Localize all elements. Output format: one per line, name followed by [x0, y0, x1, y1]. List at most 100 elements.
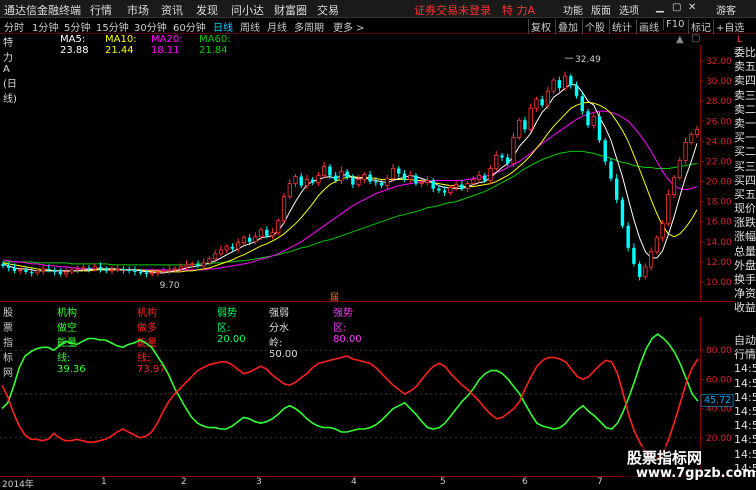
candle-body	[276, 220, 281, 234]
ma10-path	[2, 101, 698, 273]
candle-body	[506, 157, 510, 164]
maximize-icon[interactable]: ▢	[672, 2, 681, 13]
candle-body	[328, 166, 332, 176]
date-label: 3	[256, 477, 262, 487]
btn-adjust[interactable]: 复权	[528, 19, 553, 34]
sidebar-marker[interactable]: L	[734, 34, 756, 46]
sidebar-item[interactable]: 收益	[734, 301, 756, 315]
candle-body	[293, 176, 298, 184]
indicator-lines	[1, 333, 699, 460]
candle-body	[58, 271, 63, 274]
menu-options[interactable]: 选项	[619, 2, 639, 17]
btn-draw[interactable]: 画线	[636, 19, 661, 34]
sidebar-item[interactable]: 买四	[734, 174, 756, 188]
tab-daily[interactable]: 日线	[213, 19, 233, 34]
menu-wealth[interactable]: 财富圈	[274, 2, 307, 18]
candle-body	[322, 166, 327, 176]
price-chart[interactable]: 32.00 30.00 28.00 26.00 24.00 22.00 20.00 18.00…	[0, 46, 734, 302]
candle-body	[161, 270, 166, 273]
sidebar-item[interactable]: 14:5	[734, 433, 756, 447]
sidebar-item[interactable]: 卖四	[734, 74, 756, 88]
sidebar-item[interactable]: 买二	[734, 145, 756, 159]
sidebar-item[interactable]: 卖二	[734, 103, 756, 117]
login-alert[interactable]: 证券交易未登录	[414, 2, 491, 18]
sidebar-item[interactable]: 14:5	[734, 405, 756, 419]
candle-body	[213, 253, 218, 260]
candle-body	[545, 90, 550, 106]
candle-body	[649, 251, 654, 268]
candle-body	[178, 266, 183, 270]
menu-bar: 通达信金融终端 行情 市场 资讯 发现 问小达 财富圈 交易 证券交易未登录 特…	[0, 0, 756, 18]
sidebar-item[interactable]: 总量	[734, 245, 756, 259]
tab-multi-period[interactable]: 多周期	[294, 19, 324, 34]
candle-body	[167, 269, 172, 272]
sidebar-item[interactable]: 现价	[734, 202, 756, 216]
menu-news[interactable]: 资讯	[161, 2, 183, 18]
price-tick-label: 30.00	[706, 77, 732, 87]
tab-30min[interactable]: 30分钟	[134, 19, 167, 34]
btn-overlay[interactable]: 叠加	[555, 19, 580, 34]
menu-trade[interactable]: 交易	[317, 2, 339, 18]
sidebar-item[interactable]: 卖五	[734, 60, 756, 74]
sidebar-item[interactable]: 买五	[734, 188, 756, 202]
candle-body	[127, 269, 131, 271]
tab-15min[interactable]: 15分钟	[96, 19, 129, 34]
sidebar-item[interactable]: 14:5	[734, 377, 756, 391]
sidebar-item[interactable]: 14:5	[734, 391, 756, 405]
candle-body	[442, 190, 447, 193]
menu-discover[interactable]: 发现	[196, 2, 218, 18]
sidebar-item[interactable]: 买三	[734, 160, 756, 174]
price-tick-label: 12.00	[706, 258, 732, 268]
candle-body	[654, 237, 659, 253]
candle-body	[620, 199, 625, 226]
sidebar-item[interactable]: 涨幅	[734, 230, 756, 244]
tab-intraday[interactable]: 分时	[4, 19, 24, 34]
tab-1min[interactable]: 1分钟	[32, 19, 58, 34]
tab-5min[interactable]: 5分钟	[64, 19, 90, 34]
menu-market[interactable]: 行情	[90, 2, 112, 18]
sidebar-item[interactable]: 14:5	[734, 362, 756, 376]
menu-ask[interactable]: 问小达	[231, 2, 264, 18]
candle-body	[414, 175, 418, 184]
candle-body	[281, 196, 287, 222]
sidebar-item[interactable]: 买一	[734, 131, 756, 145]
sidebar-item[interactable]: 换手	[734, 273, 756, 287]
sidebar-item[interactable]: 14:5	[734, 419, 756, 433]
sidebar-item[interactable]: 14:5	[734, 448, 756, 462]
minimize-icon[interactable]: ▁	[656, 2, 664, 13]
sidebar-item[interactable]: 外盘	[734, 259, 756, 273]
sidebar-item[interactable]: 卖三	[734, 89, 756, 103]
sidebar-item[interactable]: 净资	[734, 287, 756, 301]
candle-body	[368, 174, 372, 182]
price-tick-label: 22.00	[706, 157, 732, 167]
menu-layout[interactable]: 版面	[591, 2, 611, 17]
tab-weekly[interactable]: 周线	[240, 19, 260, 34]
tab-60min[interactable]: 60分钟	[173, 19, 206, 34]
menu-market-list[interactable]: 市场	[127, 2, 149, 18]
sidebar-item[interactable]: 自动	[734, 334, 756, 348]
price-tick-label: 10.00	[706, 278, 732, 288]
candle-body	[155, 271, 160, 274]
close-icon[interactable]: ✕	[688, 2, 696, 13]
btn-f10[interactable]: F10	[663, 19, 686, 30]
indicator-current-value: 45.72	[700, 393, 734, 407]
menu-functions[interactable]: 功能	[563, 2, 583, 17]
btn-mark[interactable]: 标记	[688, 19, 713, 34]
ma20-path	[2, 110, 698, 271]
sidebar-item[interactable]: 行情	[734, 348, 756, 362]
watermark-url: www.7gpzb.com	[636, 466, 756, 481]
tab-more[interactable]: 更多 >	[333, 19, 365, 34]
candle-body	[397, 168, 401, 174]
btn-add-watchlist[interactable]: +自选	[713, 19, 746, 34]
scroll-up-icon[interactable]: ▲	[676, 34, 684, 45]
candle-body	[591, 115, 596, 126]
tick-sidebar: 自动 行情 14:5 14:5 14:5 14:5 14:5 14:5 14:5…	[734, 334, 756, 487]
sidebar-item[interactable]: 涨跌	[734, 216, 756, 230]
sidebar-item[interactable]: 委比	[734, 46, 756, 60]
menu-guest[interactable]: 游客	[716, 2, 736, 17]
panel-toggle-icon[interactable]: ▢	[691, 33, 700, 44]
tab-monthly[interactable]: 月线	[267, 19, 287, 34]
sidebar-item[interactable]: 卖一	[734, 117, 756, 131]
btn-stock[interactable]: 个股	[582, 19, 607, 34]
btn-stats[interactable]: 统计	[609, 19, 634, 34]
